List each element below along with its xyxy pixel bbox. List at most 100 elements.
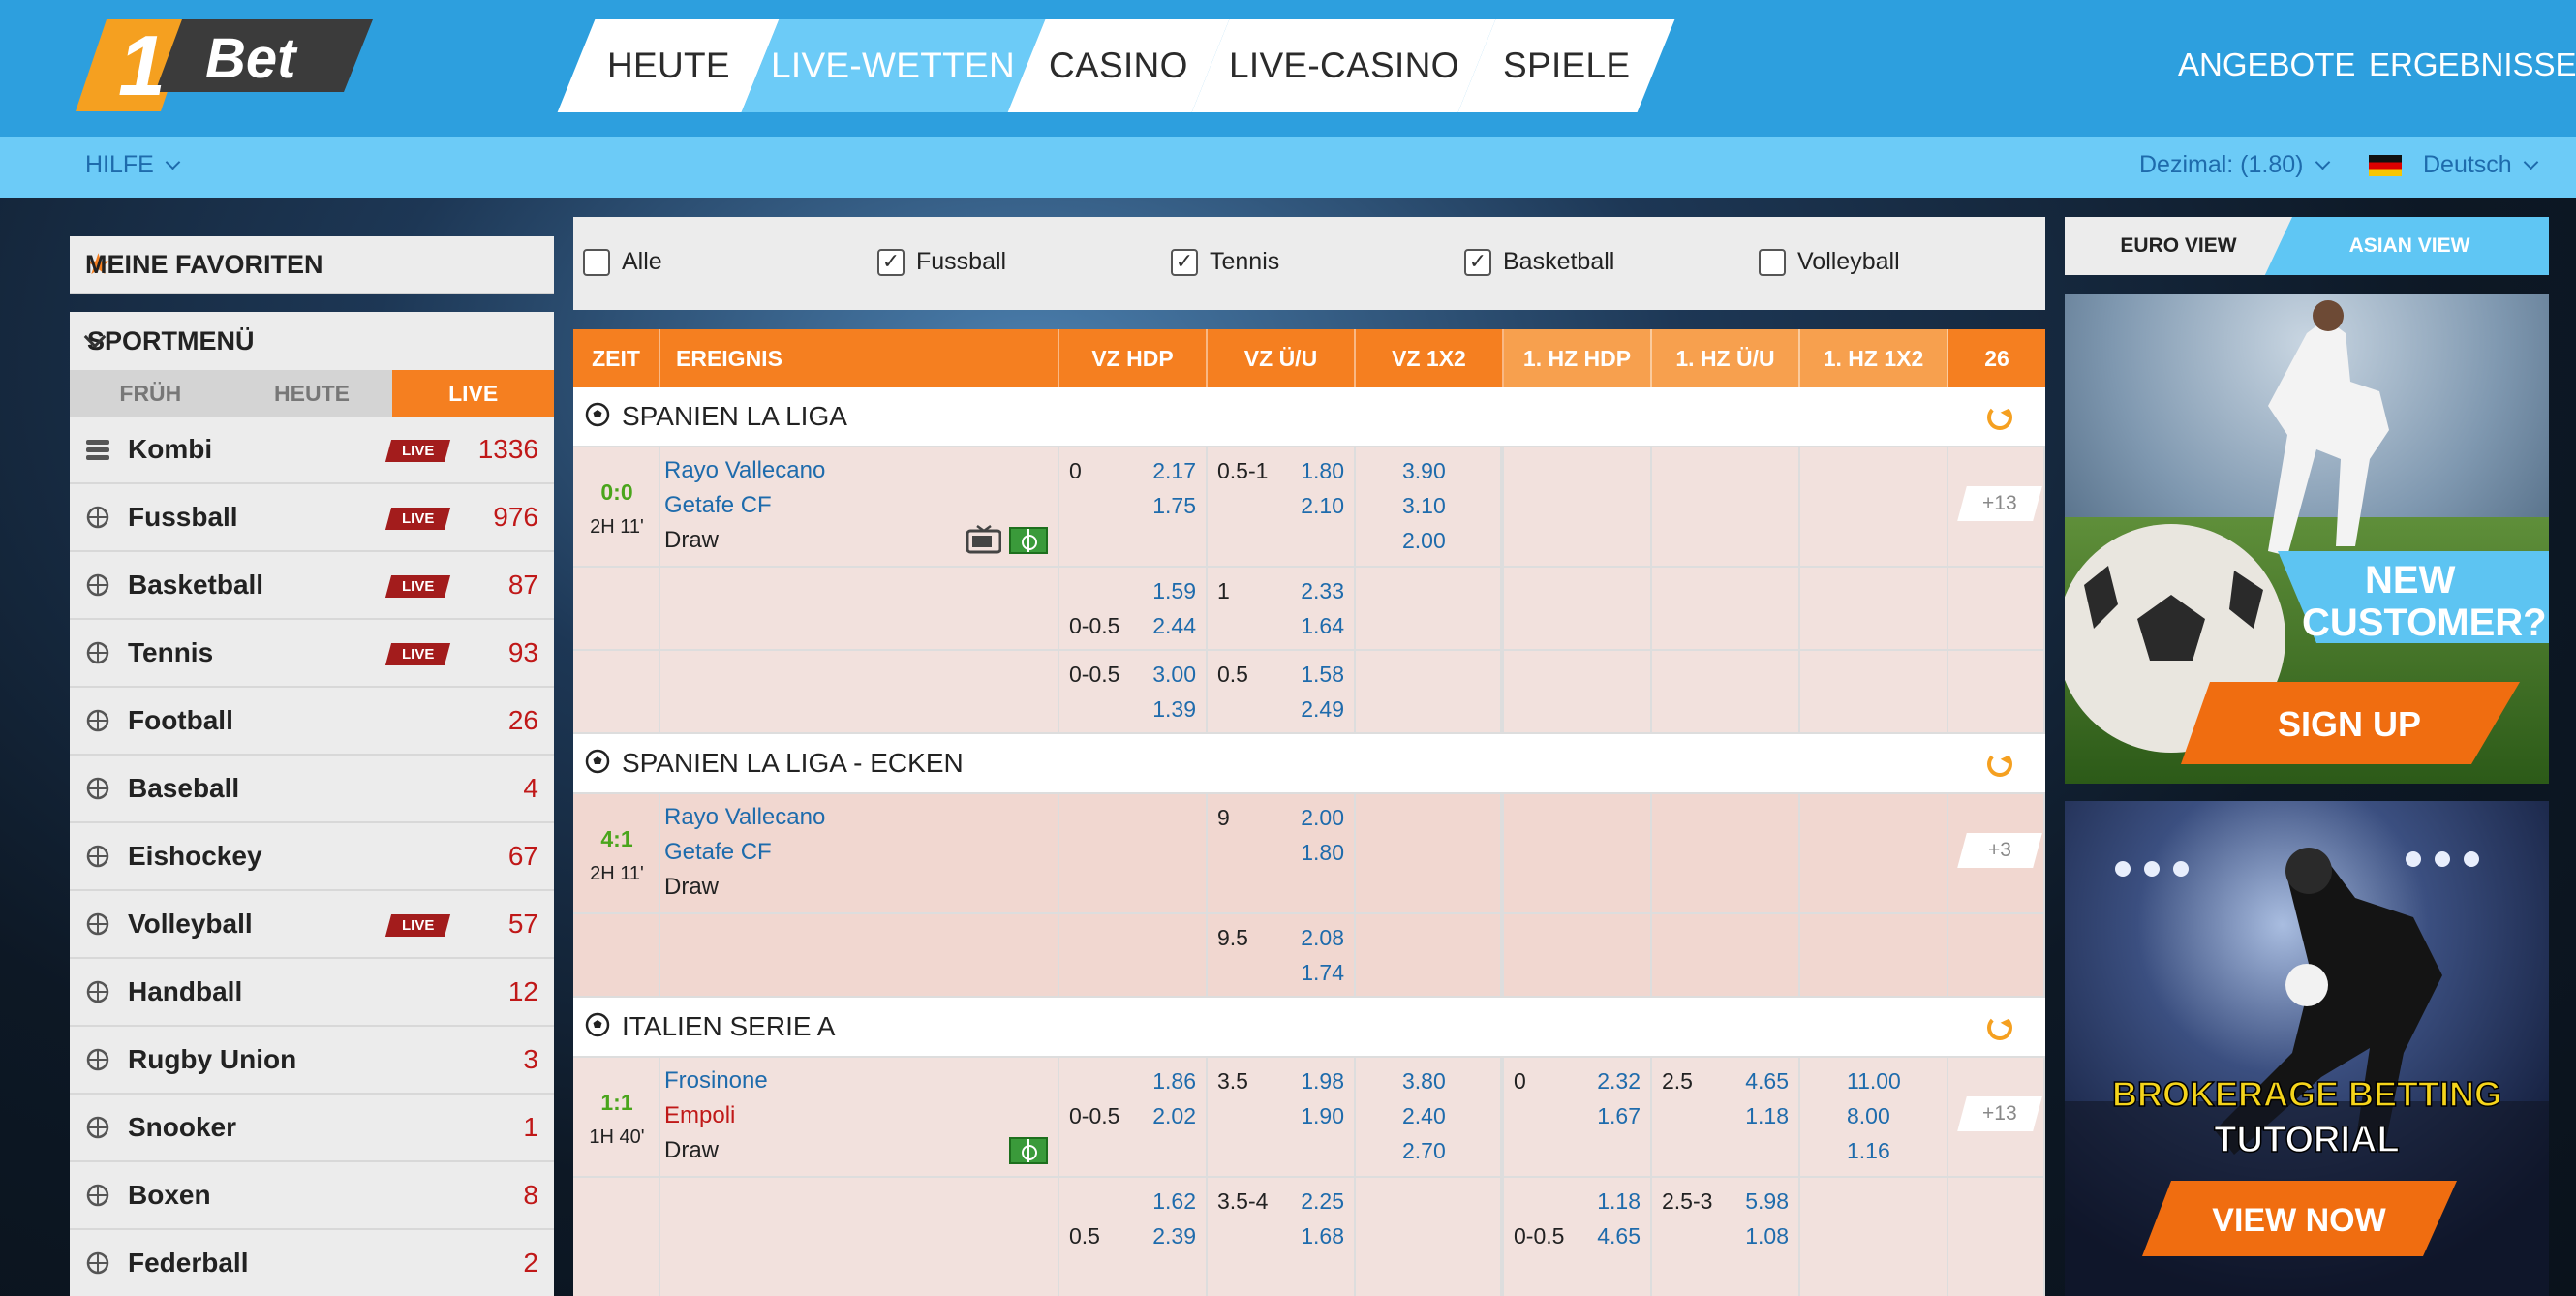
odds-value[interactable]: 5.98 bbox=[1745, 1184, 1789, 1219]
brokerage-tutorial-banner[interactable]: BROKERAGE BETTING TUTORIAL VIEW NOW bbox=[2065, 801, 2549, 1296]
odds-value[interactable]: 2.00 bbox=[1301, 800, 1344, 835]
odds-value[interactable]: 1.90 bbox=[1301, 1098, 1344, 1133]
odds-value[interactable]: 2.44 bbox=[1152, 608, 1196, 643]
away-team[interactable]: Getafe CF bbox=[664, 835, 772, 870]
brand-logo[interactable]: 1 Bet bbox=[68, 19, 378, 111]
odds-value[interactable]: 1.98 bbox=[1301, 1064, 1344, 1098]
more-markets-button[interactable]: +13 bbox=[1957, 486, 2042, 521]
sport-item-boxen[interactable]: Boxen 8 bbox=[70, 1162, 554, 1230]
time-tab-live[interactable]: LIVE bbox=[392, 370, 555, 417]
odds-value[interactable]: 2.00 bbox=[1402, 523, 1446, 558]
sport-item-eishockey[interactable]: Eishockey 67 bbox=[70, 823, 554, 891]
sportmenu-header[interactable]: SPORTMENÜ bbox=[70, 312, 554, 370]
odds-value[interactable]: 3.00 bbox=[1152, 657, 1196, 692]
odds-value[interactable]: 2.25 bbox=[1301, 1184, 1344, 1219]
odds-value[interactable]: 3.90 bbox=[1402, 453, 1446, 488]
odds-value[interactable]: 1.80 bbox=[1301, 453, 1344, 488]
odds-value[interactable]: 1.62 bbox=[1152, 1184, 1196, 1219]
sport-item-rugby-union[interactable]: Rugby Union 3 bbox=[70, 1027, 554, 1095]
tv-icon[interactable] bbox=[966, 524, 1002, 554]
odds-value[interactable]: 1.18 bbox=[1745, 1098, 1789, 1133]
odds-value[interactable]: 2.10 bbox=[1301, 488, 1344, 523]
sport-item-fussball[interactable]: Fussball LIVE 976 bbox=[70, 484, 554, 552]
refresh-icon[interactable] bbox=[1987, 405, 2012, 430]
odds-value[interactable]: 2.08 bbox=[1301, 920, 1344, 955]
live-field-icon[interactable] bbox=[1009, 1137, 1048, 1164]
odds-value[interactable]: 1.16 bbox=[1847, 1133, 1890, 1168]
odds-value[interactable]: 11.00 bbox=[1847, 1064, 1901, 1098]
checkbox-basketball[interactable]: ✓ bbox=[1464, 248, 1491, 276]
league-header[interactable]: SPANIEN LA LIGA - ECKEN bbox=[573, 734, 2045, 794]
nav-tab-spiele[interactable]: SPIELE bbox=[1457, 19, 1675, 112]
sport-item-kombi[interactable]: Kombi LIVE 1336 bbox=[70, 417, 554, 484]
league-header[interactable]: SPANIEN LA LIGA bbox=[573, 387, 2045, 447]
odds-value[interactable]: 1.64 bbox=[1301, 608, 1344, 643]
odds-value[interactable]: 2.39 bbox=[1152, 1219, 1196, 1253]
odds-format-dropdown[interactable]: Dezimal: (1.80) bbox=[2139, 151, 2330, 179]
odds-value[interactable]: 1.18 bbox=[1597, 1184, 1641, 1219]
sport-item-snooker[interactable]: Snooker 1 bbox=[70, 1095, 554, 1162]
odds-value[interactable]: 2.02 bbox=[1152, 1098, 1196, 1133]
sport-item-handball[interactable]: Handball 12 bbox=[70, 959, 554, 1027]
time-tab-heute[interactable]: HEUTE bbox=[231, 370, 393, 417]
odds-value[interactable]: 1.08 bbox=[1745, 1219, 1789, 1253]
odds-value[interactable]: 3.80 bbox=[1402, 1064, 1446, 1098]
filter-fussball[interactable]: ✓ Fussball bbox=[877, 248, 1006, 276]
filter-tennis[interactable]: ✓ Tennis bbox=[1171, 248, 1279, 276]
league-header[interactable]: ITALIEN SERIE A bbox=[573, 998, 2045, 1058]
euro-view-tab[interactable]: EURO VIEW bbox=[2065, 217, 2292, 275]
checkbox-volleyball[interactable] bbox=[1759, 248, 1786, 276]
home-team[interactable]: Rayo Vallecano bbox=[664, 453, 825, 488]
checkbox-tennis[interactable]: ✓ bbox=[1171, 248, 1198, 276]
home-team[interactable]: Frosinone bbox=[664, 1064, 768, 1098]
odds-value[interactable]: 2.33 bbox=[1301, 573, 1344, 608]
filter-alle[interactable]: Alle bbox=[583, 248, 662, 276]
odds-value[interactable]: 2.32 bbox=[1597, 1064, 1641, 1098]
odds-value[interactable]: 3.10 bbox=[1402, 488, 1446, 523]
filter-basketball[interactable]: ✓ Basketball bbox=[1464, 248, 1614, 276]
help-dropdown[interactable]: HILFE bbox=[85, 151, 181, 179]
odds-value[interactable]: 8.00 bbox=[1847, 1098, 1890, 1133]
odds-value[interactable]: 4.65 bbox=[1597, 1219, 1641, 1253]
odds-value[interactable]: 4.65 bbox=[1745, 1064, 1789, 1098]
odds-value[interactable]: 1.59 bbox=[1152, 573, 1196, 608]
checkbox-alle[interactable] bbox=[583, 248, 610, 276]
sport-item-football[interactable]: Football 26 bbox=[70, 688, 554, 756]
new-customer-banner[interactable]: NEW CUSTOMER? SIGN UP bbox=[2065, 294, 2549, 784]
odds-value[interactable]: 1.75 bbox=[1152, 488, 1196, 523]
sport-item-baseball[interactable]: Baseball 4 bbox=[70, 756, 554, 823]
nav-tab-live-casino[interactable]: LIVE-CASINO bbox=[1191, 19, 1496, 112]
favorites-header[interactable]: ★ MEINE FAVORITEN bbox=[70, 236, 554, 294]
odds-value[interactable]: 2.49 bbox=[1301, 692, 1344, 726]
odds-value[interactable]: 1.68 bbox=[1301, 1219, 1344, 1253]
sport-item-volleyball[interactable]: Volleyball LIVE 57 bbox=[70, 891, 554, 959]
odds-value[interactable]: 1.58 bbox=[1301, 657, 1344, 692]
language-dropdown[interactable]: Deutsch bbox=[2369, 151, 2538, 179]
refresh-icon[interactable] bbox=[1987, 752, 2012, 777]
asian-view-tab[interactable]: ASIAN VIEW bbox=[2270, 217, 2549, 275]
odds-value[interactable]: 2.40 bbox=[1402, 1098, 1446, 1133]
odds-value[interactable]: 2.70 bbox=[1402, 1133, 1446, 1168]
sport-item-tennis[interactable]: Tennis LIVE 93 bbox=[70, 620, 554, 688]
home-team[interactable]: Rayo Vallecano bbox=[664, 800, 825, 835]
angebote-link[interactable]: ANGEBOTE bbox=[2178, 46, 2355, 83]
filter-volleyball[interactable]: Volleyball bbox=[1759, 248, 1900, 276]
checkbox-fussball[interactable]: ✓ bbox=[877, 248, 905, 276]
live-field-icon[interactable] bbox=[1009, 527, 1048, 554]
nav-tab-live-wetten[interactable]: LIVE-WETTEN bbox=[741, 19, 1046, 112]
more-markets-button[interactable]: +3 bbox=[1957, 833, 2042, 868]
odds-value[interactable]: 1.74 bbox=[1301, 955, 1344, 990]
odds-value[interactable]: 1.67 bbox=[1597, 1098, 1641, 1133]
ergebnisse-link[interactable]: ERGEBNISSE bbox=[2369, 46, 2576, 83]
away-team[interactable]: Getafe CF bbox=[664, 488, 772, 523]
sport-item-federball[interactable]: Federball 2 bbox=[70, 1230, 554, 1296]
odds-value[interactable]: 1.39 bbox=[1152, 692, 1196, 726]
away-team[interactable]: Empoli bbox=[664, 1098, 735, 1133]
more-markets-button[interactable]: +13 bbox=[1957, 1096, 2042, 1131]
odds-value[interactable]: 1.86 bbox=[1152, 1064, 1196, 1098]
sport-item-basketball[interactable]: Basketball LIVE 87 bbox=[70, 552, 554, 620]
odds-value[interactable]: 2.17 bbox=[1152, 453, 1196, 488]
time-tab-frueh[interactable]: FRÜH bbox=[70, 370, 231, 417]
odds-value[interactable]: 1.80 bbox=[1301, 835, 1344, 870]
refresh-icon[interactable] bbox=[1987, 1015, 2012, 1040]
